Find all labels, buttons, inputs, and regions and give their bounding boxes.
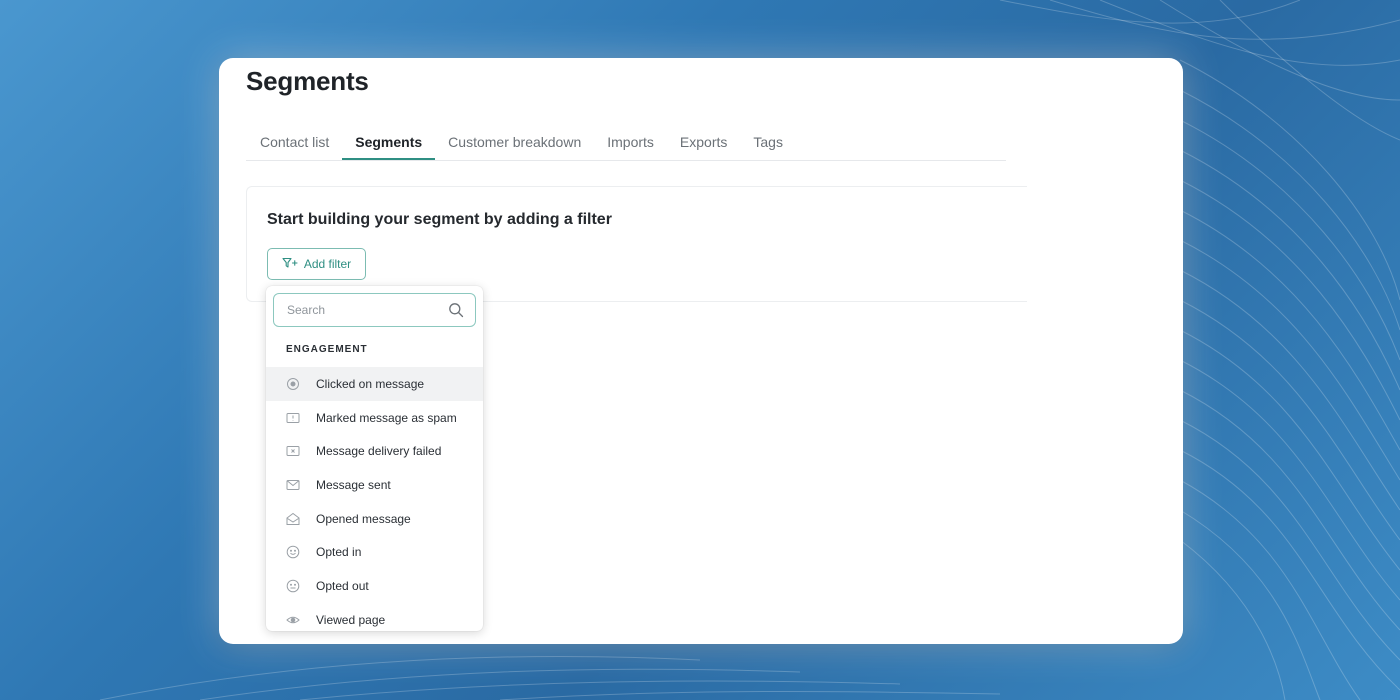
delivery-failed-icon	[286, 444, 300, 458]
filter-option-opted-out[interactable]: Opted out	[266, 569, 483, 603]
filter-option-message-sent[interactable]: Message sent	[266, 468, 483, 502]
spam-flag-icon	[286, 411, 300, 425]
smile-face-icon	[286, 545, 300, 559]
filter-option-label: Message delivery failed	[316, 444, 442, 459]
neutral-face-icon	[286, 579, 300, 593]
builder-heading: Start building your segment by adding a …	[267, 211, 612, 228]
filter-option-opened-message[interactable]: Opened message	[266, 502, 483, 536]
filter-option-clicked-on-message[interactable]: Clicked on message	[266, 367, 483, 401]
filter-plus-icon	[282, 257, 298, 272]
filter-option-viewed-page[interactable]: Viewed page	[266, 603, 483, 631]
click-target-icon	[286, 377, 300, 391]
tab-segments[interactable]: Segments	[342, 128, 436, 160]
search-box	[273, 293, 476, 327]
filter-option-marked-as-spam[interactable]: Marked message as spam	[266, 401, 483, 435]
tab-tags[interactable]: Tags	[740, 128, 796, 160]
tab-customer-breakdown[interactable]: Customer breakdown	[435, 128, 594, 160]
filter-option-label: Marked message as spam	[316, 410, 457, 425]
filter-option-label: Opted out	[316, 578, 369, 593]
tab-contact-list[interactable]: Contact list	[246, 128, 342, 160]
tab-exports[interactable]: Exports	[667, 128, 740, 160]
eye-icon	[286, 613, 300, 627]
add-filter-button[interactable]: Add filter	[267, 248, 366, 280]
filter-option-label: Clicked on message	[316, 376, 425, 391]
filter-option-label: Opened message	[316, 511, 411, 526]
open-envelope-icon	[286, 512, 300, 526]
filter-option-opted-in[interactable]: Opted in	[266, 535, 483, 569]
filter-dropdown: ENGAGEMENT Clicked on message Marked mes…	[266, 286, 483, 631]
segment-builder: Start building your segment by adding a …	[246, 186, 1027, 302]
add-filter-label: Add filter	[303, 257, 352, 271]
filter-option-label: Message sent	[316, 477, 391, 492]
filter-option-delivery-failed[interactable]: Message delivery failed	[266, 434, 483, 468]
tab-imports[interactable]: Imports	[594, 128, 667, 160]
filter-option-label: Opted in	[316, 545, 362, 560]
tab-bar: Contact list Segments Customer breakdown…	[246, 128, 1006, 161]
segments-panel: Segments Contact list Segments Customer …	[219, 58, 1183, 644]
page-title: Segments	[246, 66, 369, 96]
section-label-engagement: ENGAGEMENT	[286, 344, 368, 355]
search-icon	[448, 302, 464, 318]
filter-option-list: Clicked on message Marked message as spa…	[266, 367, 483, 631]
envelope-icon	[286, 478, 300, 492]
filter-option-label: Viewed page	[316, 612, 386, 627]
search-input[interactable]	[274, 294, 457, 326]
